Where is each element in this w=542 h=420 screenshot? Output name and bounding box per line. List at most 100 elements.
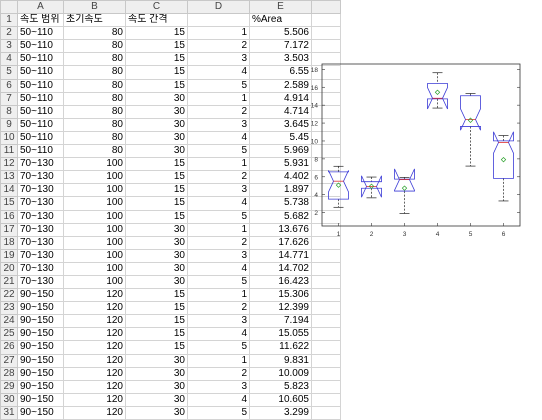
data-cell[interactable]: 1 <box>187 222 250 237</box>
data-cell[interactable]: 2 <box>187 366 250 381</box>
data-cell[interactable]: 70~130 <box>17 209 64 224</box>
data-cell[interactable]: 9.831 <box>249 353 312 368</box>
data-cell[interactable]: 10.009 <box>249 366 312 381</box>
data-cell[interactable]: 4 <box>187 392 250 407</box>
row-number[interactable]: 4 <box>0 52 18 67</box>
data-cell[interactable]: 12.399 <box>249 301 312 316</box>
empty-cell[interactable] <box>311 261 341 276</box>
data-cell[interactable]: 4 <box>187 196 250 211</box>
data-cell[interactable]: 5.823 <box>249 379 312 394</box>
data-cell[interactable]: 3 <box>187 379 250 394</box>
column-header-c[interactable]: C <box>125 0 188 15</box>
column-header-b[interactable]: B <box>63 0 126 15</box>
data-cell[interactable]: 15 <box>125 314 188 329</box>
row-number[interactable]: 31 <box>0 405 18 420</box>
data-cell[interactable]: 120 <box>63 340 126 355</box>
data-cell[interactable]: 120 <box>63 301 126 316</box>
row-number[interactable]: 20 <box>0 261 18 276</box>
data-cell[interactable]: 90~150 <box>17 353 64 368</box>
data-cell[interactable]: 50~110 <box>17 91 64 106</box>
data-cell[interactable]: 3 <box>187 314 250 329</box>
row-number[interactable]: 17 <box>0 222 18 237</box>
row-number[interactable]: 7 <box>0 91 18 106</box>
data-cell[interactable]: 30 <box>125 222 188 237</box>
empty-cell[interactable] <box>311 26 341 41</box>
data-cell[interactable]: 100 <box>63 274 126 290</box>
data-cell[interactable]: 4 <box>187 130 250 146</box>
data-cell[interactable]: 70~130 <box>17 183 64 198</box>
data-cell[interactable]: 80 <box>63 117 126 132</box>
data-cell[interactable]: 80 <box>63 91 126 106</box>
empty-cell[interactable] <box>311 366 341 381</box>
column-header-d[interactable]: D <box>187 0 250 15</box>
header-cell[interactable]: 초기속도 <box>63 13 126 28</box>
row-number[interactable]: 22 <box>0 288 18 303</box>
data-cell[interactable]: 50~110 <box>17 26 64 41</box>
data-cell[interactable]: 15 <box>125 340 188 355</box>
data-cell[interactable]: 30 <box>125 91 188 106</box>
data-cell[interactable]: 90~150 <box>17 405 64 420</box>
data-cell[interactable]: 30 <box>125 235 188 250</box>
data-cell[interactable]: 11.622 <box>249 340 312 355</box>
data-cell[interactable]: 30 <box>125 248 188 263</box>
data-cell[interactable]: 15 <box>125 196 188 211</box>
data-cell[interactable]: 15 <box>125 39 188 54</box>
row-number[interactable]: 10 <box>0 130 18 146</box>
data-cell[interactable]: 100 <box>63 196 126 211</box>
header-cell[interactable]: %Area <box>249 13 312 28</box>
data-cell[interactable]: 5.506 <box>249 26 312 41</box>
data-cell[interactable]: 70~130 <box>17 157 64 172</box>
data-cell[interactable]: 100 <box>63 157 126 172</box>
data-cell[interactable]: 3.299 <box>249 405 312 420</box>
data-cell[interactable]: 14.702 <box>249 261 312 276</box>
data-cell[interactable]: 120 <box>63 379 126 394</box>
data-cell[interactable]: 4 <box>187 261 250 276</box>
data-cell[interactable]: 10.605 <box>249 392 312 407</box>
empty-cell[interactable] <box>311 274 341 290</box>
data-cell[interactable]: 16.423 <box>249 274 312 290</box>
data-cell[interactable]: 30 <box>125 130 188 146</box>
data-cell[interactable]: 70~130 <box>17 248 64 263</box>
data-cell[interactable]: 15 <box>125 78 188 93</box>
data-cell[interactable]: 30 <box>125 353 188 368</box>
data-cell[interactable]: 90~150 <box>17 379 64 394</box>
empty-cell[interactable] <box>311 379 341 394</box>
data-cell[interactable]: 2 <box>187 301 250 316</box>
row-number[interactable]: 13 <box>0 170 18 185</box>
data-cell[interactable]: 7.172 <box>249 39 312 54</box>
data-cell[interactable]: 100 <box>63 235 126 250</box>
data-cell[interactable]: 15.306 <box>249 288 312 303</box>
column-header-a[interactable]: A <box>17 0 64 15</box>
data-cell[interactable]: 70~130 <box>17 261 64 276</box>
data-cell[interactable]: 5 <box>187 274 250 290</box>
data-cell[interactable]: 15 <box>125 288 188 303</box>
row-number[interactable]: 16 <box>0 209 18 224</box>
data-cell[interactable]: 30 <box>125 117 188 132</box>
row-number[interactable]: 1 <box>0 13 18 28</box>
data-cell[interactable]: 70~130 <box>17 222 64 237</box>
data-cell[interactable]: 120 <box>63 353 126 368</box>
row-number[interactable]: 27 <box>0 353 18 368</box>
empty-cell[interactable] <box>311 248 341 263</box>
data-cell[interactable]: 5 <box>187 78 250 93</box>
data-cell[interactable]: 120 <box>63 327 126 342</box>
empty-cell[interactable] <box>311 340 341 355</box>
data-cell[interactable]: 3 <box>187 248 250 263</box>
row-number[interactable]: 15 <box>0 196 18 211</box>
row-number[interactable]: 8 <box>0 104 18 119</box>
row-number[interactable]: 5 <box>0 65 18 80</box>
data-cell[interactable]: 2 <box>187 104 250 119</box>
data-cell[interactable]: 15 <box>125 52 188 67</box>
data-cell[interactable]: 90~150 <box>17 314 64 329</box>
row-number[interactable]: 19 <box>0 248 18 263</box>
data-cell[interactable]: 3 <box>187 52 250 67</box>
row-number[interactable]: 14 <box>0 183 18 198</box>
data-cell[interactable]: 2 <box>187 235 250 250</box>
data-cell[interactable]: 70~130 <box>17 274 64 290</box>
empty-cell[interactable] <box>311 405 341 420</box>
data-cell[interactable]: 15 <box>125 157 188 172</box>
data-cell[interactable]: 4 <box>187 327 250 342</box>
data-cell[interactable]: 120 <box>63 288 126 303</box>
data-cell[interactable]: 50~110 <box>17 130 64 146</box>
data-cell[interactable]: 100 <box>63 222 126 237</box>
